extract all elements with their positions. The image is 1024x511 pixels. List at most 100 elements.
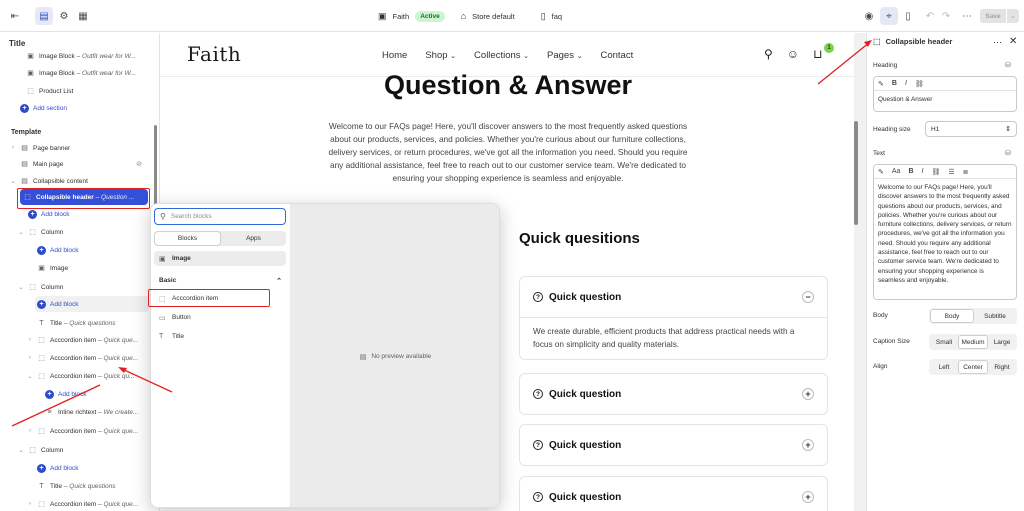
option-small[interactable]: Small (930, 335, 958, 349)
inspector-icon[interactable]: ◉ (860, 7, 878, 25)
chevron-right-icon[interactable]: › (26, 355, 34, 361)
chevron-down-icon[interactable]: ⌄ (26, 373, 34, 380)
accordion-item[interactable]: ? Quick question + (519, 373, 828, 415)
accordion-item[interactable]: ? Quick question − We create durable, ef… (519, 276, 828, 360)
chevron-right-icon[interactable]: › (26, 428, 34, 434)
sidebar-item-column[interactable]: ⌄ ⬚ Column (17, 442, 147, 458)
clear-format-icon[interactable]: ✎ (878, 80, 884, 88)
sections-icon[interactable]: ▤ (35, 7, 53, 25)
redo-icon[interactable]: ↷ (937, 7, 955, 25)
apps-icon[interactable]: ▦ (74, 7, 92, 25)
bullet-list-icon[interactable]: ☰ (948, 168, 954, 176)
close-icon[interactable]: ✕ (1009, 36, 1017, 47)
add-block-button[interactable]: + Add block (37, 460, 147, 476)
store-selector[interactable]: Store default (472, 12, 515, 21)
mobile-preview-icon[interactable]: ▯ (899, 7, 917, 25)
basic-group-header[interactable]: Basic ⌃ (154, 273, 286, 288)
accordion-header[interactable]: ? Quick question + (520, 477, 827, 511)
option-large[interactable]: Large (988, 335, 1016, 349)
picker-item-image[interactable]: ▣ Image (154, 251, 286, 266)
clear-format-icon[interactable]: ✎ (878, 168, 884, 176)
sidebar-item-accordion[interactable]: › ⬚ Acccordion item – Quick que... (26, 332, 148, 348)
tab-blocks[interactable]: Blocks (154, 231, 221, 246)
sidebar-item-product-list[interactable]: ⬚ Product List (26, 83, 154, 99)
add-section-button[interactable]: + Add section (20, 100, 148, 116)
cart-icon[interactable]: ⊔ (813, 47, 822, 61)
chevron-down-icon[interactable]: ⌄ (17, 447, 25, 454)
add-block-button[interactable]: + Add block (37, 242, 147, 258)
search-blocks-input[interactable]: ⚲ Search blocks (154, 208, 286, 225)
chevron-right-icon[interactable]: › (26, 337, 34, 343)
numbered-list-icon[interactable]: ≣ (963, 168, 969, 176)
plus-icon[interactable]: + (802, 388, 814, 400)
text-style-dropdown[interactable]: Aa (892, 168, 901, 175)
account-icon[interactable]: ☺ (787, 47, 799, 61)
accordion-item[interactable]: ? Quick question + (519, 476, 828, 511)
sidebar-item-accordion[interactable]: › ⬚ Acccordion item – Quick que... (26, 423, 148, 439)
save-button[interactable]: Save (980, 9, 1006, 23)
picker-item-button[interactable]: ▭ Button (154, 310, 286, 325)
sidebar-item-page-banner[interactable]: › ▤ Page banner (9, 140, 154, 156)
search-icon[interactable]: ⚲ (764, 47, 773, 61)
exit-icon[interactable]: ⇤ (6, 7, 24, 25)
sidebar-item-accordion[interactable]: › ⬚ Acccordion item – Quick que... (26, 350, 148, 366)
text-value[interactable]: Welcome to our FAQs page! Here, you'll d… (874, 179, 1016, 289)
option-left[interactable]: Left (930, 360, 958, 374)
sidebar-item-accordion[interactable]: › ⬚ Acccordion item – Quick que... (26, 496, 148, 511)
chevron-right-icon[interactable]: › (9, 145, 17, 151)
heading-value[interactable]: Question & Answer (874, 91, 1016, 108)
sidebar-item-column[interactable]: ⌄ ⬚ Column (17, 279, 147, 295)
bold-icon[interactable]: B (892, 80, 897, 87)
accordion-item[interactable]: ? Quick question + (519, 424, 828, 466)
nav-home[interactable]: Home (382, 50, 407, 61)
option-subtitle[interactable]: Subtitle (974, 309, 1016, 323)
select-cursor-icon[interactable]: ⌖ (880, 7, 898, 25)
plus-icon[interactable]: + (802, 491, 814, 503)
heading-size-select[interactable]: H1 ⇕ (925, 121, 1017, 137)
hidden-eye-icon[interactable]: ⊘ (136, 160, 142, 168)
text-editor[interactable]: ✎ Aa B I ⛓ ☰ ≣ Welcome to our FAQs page!… (873, 164, 1017, 300)
dynamic-source-icon[interactable]: ⛁ (1005, 61, 1011, 69)
sidebar-item-collapsible-content[interactable]: ⌄ ▤ Collapsible content (9, 173, 154, 189)
link-icon[interactable]: ⛓ (915, 80, 924, 88)
save-dropdown-icon[interactable]: ⌄ (1007, 9, 1019, 23)
nav-pages[interactable]: Pages ⌄ (547, 50, 582, 61)
accordion-header[interactable]: ? Quick question + (520, 374, 827, 414)
plus-icon[interactable]: + (802, 439, 814, 451)
accordion-header[interactable]: ? Quick question − (520, 277, 827, 317)
add-block-button[interactable]: + Add block (35, 296, 149, 312)
bold-icon[interactable]: B (908, 168, 913, 175)
option-body[interactable]: Body (930, 309, 974, 323)
sidebar-item-title[interactable]: T Title – Quick questions (37, 478, 149, 494)
option-medium[interactable]: Medium (958, 335, 988, 349)
minus-icon[interactable]: − (802, 291, 814, 303)
accordion-header[interactable]: ? Quick question + (520, 425, 827, 465)
nav-contact[interactable]: Contact (600, 50, 633, 61)
picker-item-title[interactable]: T Title (154, 329, 286, 344)
italic-icon[interactable]: I (905, 80, 907, 87)
nav-collections[interactable]: Collections ⌄ (474, 50, 529, 61)
settings-gear-icon[interactable]: ⚙ (55, 7, 73, 25)
sidebar-item-image-block-1[interactable]: ▣ Image Block – Outfit wear for W... (26, 48, 154, 64)
tab-apps[interactable]: Apps (221, 231, 286, 246)
more-options-icon[interactable]: ⋯ (993, 37, 1002, 48)
page-selector[interactable]: faq (552, 12, 562, 21)
sidebar-item-title[interactable]: T Title – Quick questions (37, 315, 149, 331)
link-icon[interactable]: ⛓ (931, 168, 940, 176)
heading-editor[interactable]: ✎ B I ⛓ Question & Answer (873, 76, 1017, 112)
nav-shop[interactable]: Shop ⌄ (425, 50, 456, 61)
sidebar-item-accordion[interactable]: ⌄ ⬚ Acccordion item – Quick qu... (26, 368, 148, 384)
chevron-down-icon[interactable]: ⌄ (17, 229, 25, 236)
italic-icon[interactable]: I (922, 168, 924, 175)
site-logo[interactable]: Faith (187, 42, 241, 66)
sidebar-item-image-block-2[interactable]: ▣ Image Block – Outfit wear for W... (26, 65, 154, 81)
dynamic-source-icon[interactable]: ⛁ (1005, 149, 1011, 157)
theme-name[interactable]: Faith (393, 12, 410, 21)
sidebar-item-column[interactable]: ⌄ ⬚ Column (17, 224, 147, 240)
option-right[interactable]: Right (988, 360, 1016, 374)
sidebar-item-inline-richtext[interactable]: ≡ Inline richtext – We create... (45, 404, 149, 420)
chevron-down-icon[interactable]: ⌄ (17, 284, 25, 291)
sidebar-item-main-page[interactable]: ▤ Main page ⊘ (20, 156, 142, 172)
sidebar-item-image[interactable]: ▣ Image (37, 260, 147, 276)
chevron-right-icon[interactable]: › (26, 501, 34, 507)
